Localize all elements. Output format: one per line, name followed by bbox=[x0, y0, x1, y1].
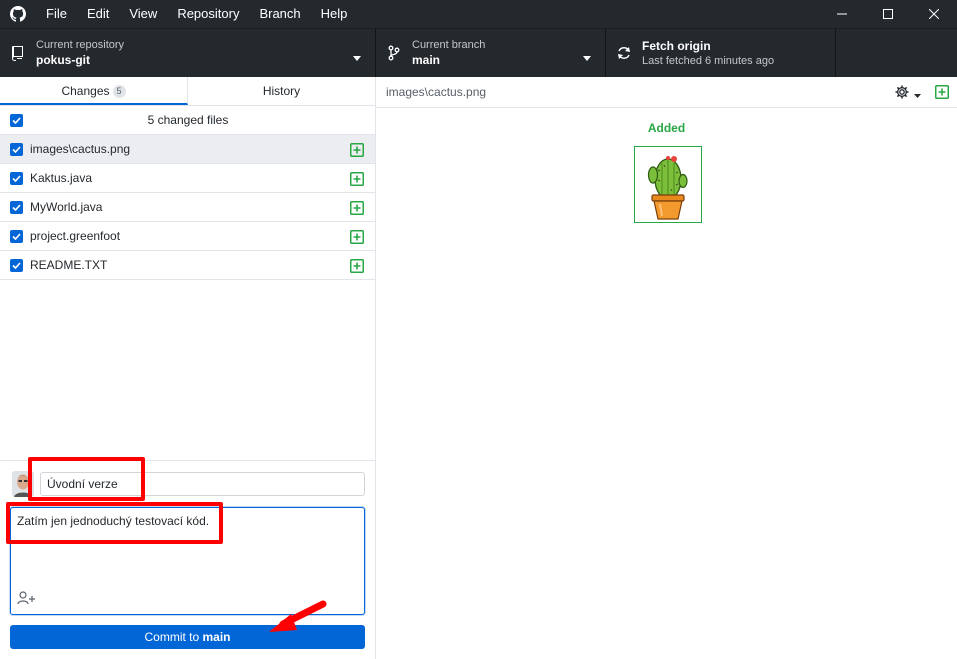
close-icon[interactable] bbox=[911, 0, 957, 28]
file-list: images\cactus.png Kaktus.java MyWorld.java… bbox=[0, 135, 375, 280]
fetch-subtitle: Last fetched 6 minutes ago bbox=[642, 55, 775, 67]
file-row[interactable]: MyWorld.java bbox=[0, 193, 375, 222]
menu-branch[interactable]: Branch bbox=[249, 0, 310, 28]
chevron-down-icon bbox=[353, 50, 361, 64]
repository-name: pokus-git bbox=[36, 53, 90, 67]
current-branch-button[interactable]: Current branch main bbox=[376, 29, 606, 77]
file-name: project.greenfoot bbox=[30, 229, 121, 243]
toolbar: Current repository pokus-git Current bra… bbox=[0, 28, 957, 77]
diff-pane: images\cactus.png Added bbox=[376, 77, 957, 659]
annotation-arrow-icon bbox=[269, 600, 327, 632]
file-name: Kaktus.java bbox=[30, 171, 93, 185]
file-added-icon bbox=[350, 259, 364, 276]
branch-icon bbox=[376, 45, 412, 61]
github-logo-icon bbox=[0, 0, 36, 28]
file-added-icon bbox=[350, 143, 364, 160]
add-coauthor-icon[interactable] bbox=[17, 591, 37, 608]
annotation-box-summary bbox=[28, 457, 145, 501]
repo-icon bbox=[0, 45, 36, 61]
tab-changes-label: Changes bbox=[61, 84, 110, 98]
menu-repository[interactable]: Repository bbox=[167, 0, 249, 28]
menu-file[interactable]: File bbox=[36, 0, 77, 28]
window-controls bbox=[819, 0, 957, 28]
fetch-title: Fetch origin bbox=[642, 39, 711, 53]
file-checkbox[interactable] bbox=[10, 258, 23, 272]
annotation-box-description bbox=[6, 502, 223, 544]
tab-history[interactable]: History bbox=[188, 77, 375, 105]
file-checkbox[interactable] bbox=[10, 229, 23, 243]
file-row[interactable]: README.TXT bbox=[0, 251, 375, 280]
file-row[interactable]: Kaktus.java bbox=[0, 164, 375, 193]
diff-tools bbox=[894, 84, 949, 103]
file-name: README.TXT bbox=[30, 258, 108, 272]
branch-name: main bbox=[412, 53, 441, 67]
sync-icon bbox=[606, 45, 642, 61]
file-checkbox[interactable] bbox=[10, 171, 23, 185]
file-name: images\cactus.png bbox=[30, 142, 131, 156]
image-diff-status: Added bbox=[647, 121, 686, 135]
changed-files-count: 5 changed files bbox=[147, 113, 229, 127]
file-checkbox[interactable] bbox=[10, 142, 23, 156]
gear-caret-icon[interactable] bbox=[914, 87, 921, 101]
current-repository-button[interactable]: Current repository pokus-git bbox=[0, 29, 376, 77]
tab-history-label: History bbox=[262, 84, 301, 98]
file-added-icon bbox=[350, 230, 364, 247]
diff-file-path: images\cactus.png bbox=[386, 85, 487, 99]
repository-label: Current repository bbox=[36, 39, 125, 51]
chevron-down-icon bbox=[583, 50, 591, 64]
file-added-icon bbox=[935, 85, 949, 102]
menu-bar: File Edit View Repository Branch Help bbox=[36, 0, 357, 28]
cactus-image bbox=[647, 155, 688, 220]
commit-button-branch: main bbox=[202, 630, 231, 644]
changes-sidebar: Changes 5 History 5 changed files images\… bbox=[0, 77, 376, 659]
file-name: MyWorld.java bbox=[30, 200, 103, 214]
sidebar-tabs: Changes 5 History bbox=[0, 77, 375, 106]
branch-label: Current branch bbox=[412, 39, 486, 51]
diff-path-bar: images\cactus.png bbox=[376, 77, 957, 108]
image-preview bbox=[634, 146, 702, 223]
gear-icon[interactable] bbox=[894, 84, 910, 103]
menu-view[interactable]: View bbox=[119, 0, 167, 28]
title-bar: File Edit View Repository Branch Help bbox=[0, 0, 957, 28]
changes-count-badge: 5 bbox=[112, 85, 126, 98]
select-all-checkbox[interactable] bbox=[10, 113, 23, 127]
menu-edit[interactable]: Edit bbox=[77, 0, 119, 28]
file-row[interactable]: project.greenfoot bbox=[0, 222, 375, 251]
menu-help[interactable]: Help bbox=[311, 0, 358, 28]
file-added-icon bbox=[350, 201, 364, 218]
file-checkbox[interactable] bbox=[10, 200, 23, 214]
file-row[interactable]: images\cactus.png bbox=[0, 135, 375, 164]
minimize-icon[interactable] bbox=[819, 0, 865, 28]
file-added-icon bbox=[350, 172, 364, 189]
tab-changes[interactable]: Changes 5 bbox=[0, 77, 188, 105]
fetch-origin-button[interactable]: Fetch origin Last fetched 6 minutes ago bbox=[606, 29, 836, 77]
changed-files-header: 5 changed files bbox=[0, 106, 375, 135]
commit-button-prefix: Commit to bbox=[144, 630, 203, 644]
maximize-icon[interactable] bbox=[865, 0, 911, 28]
